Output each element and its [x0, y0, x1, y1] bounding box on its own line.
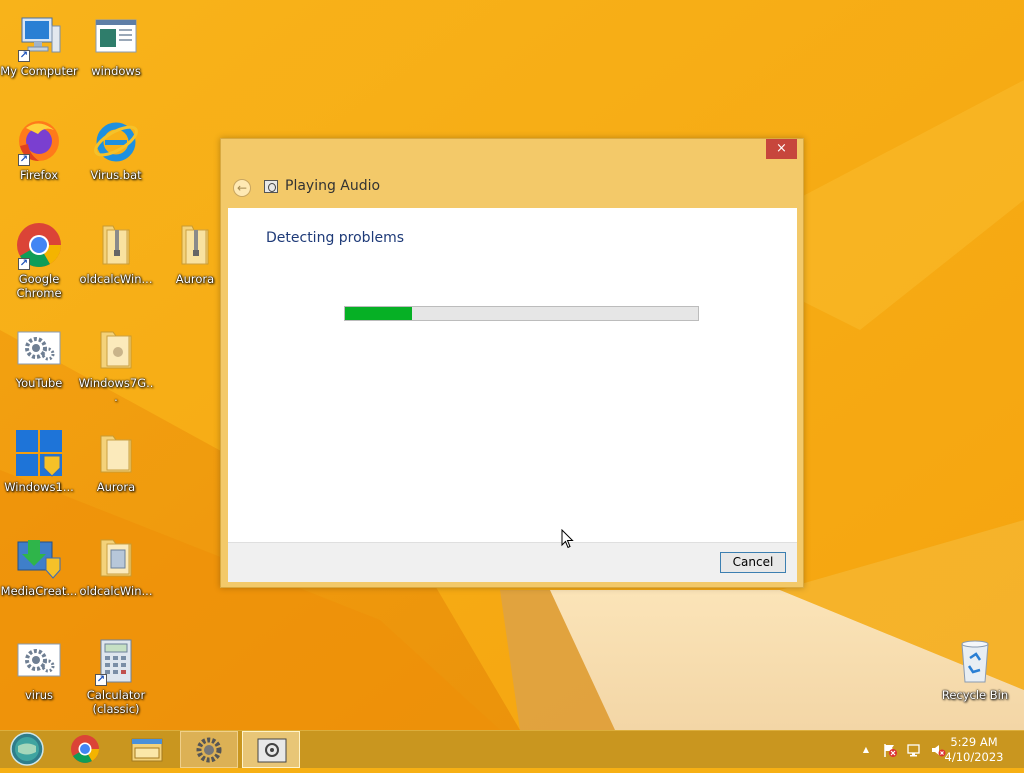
- start-orb-icon: [10, 732, 44, 766]
- system-tray: ▲ 5:29 AM 4/10/2023: [834, 731, 1024, 768]
- show-hidden-icons-button[interactable]: ▲: [858, 742, 874, 758]
- file-explorer-icon: [131, 738, 163, 762]
- desktop-icon-label: My Computer: [0, 64, 78, 78]
- desktop-icon-calculator[interactable]: ↗ Calculator (classic): [77, 628, 155, 724]
- back-button[interactable]: ←: [233, 179, 251, 197]
- internet-explorer-icon: [94, 122, 138, 162]
- desktop-icon-label: Windows7G...: [78, 376, 154, 404]
- desktop-icon-label: oldcalcWin...: [79, 584, 153, 598]
- audio-troubleshooter-icon: [257, 738, 287, 763]
- mouse-cursor-icon: [561, 529, 574, 549]
- desktop-icon-label: virus: [24, 688, 53, 702]
- media-creation-tool-icon: [17, 540, 61, 579]
- desktop-icon-mediacreat[interactable]: MediaCreat...: [0, 524, 78, 620]
- document-icon: [95, 19, 137, 53]
- zip-folder-icon: [102, 225, 130, 265]
- desktop-icon-google-chrome[interactable]: ↗ Google Chrome: [0, 212, 78, 308]
- status-heading: Detecting problems: [266, 230, 405, 246]
- clock-date: 4/10/2023: [944, 750, 1004, 764]
- folder-icon: [100, 539, 132, 577]
- desktop-icon-oldcalc-1[interactable]: oldcalcWin...: [77, 212, 155, 308]
- settings-gear-icon: [17, 331, 61, 365]
- taskbar-file-explorer[interactable]: [118, 731, 176, 768]
- desktop-icon-label: Windows1...: [4, 480, 74, 494]
- folder-icon: [100, 435, 132, 473]
- desktop-icon-youtube[interactable]: YouTube: [0, 316, 78, 412]
- desktop-icon-virus[interactable]: virus: [0, 628, 78, 724]
- shortcut-arrow-icon: ↗: [18, 50, 30, 62]
- desktop-icon-label: Calculator (classic): [86, 688, 146, 716]
- desktop-icon-label: oldcalcWin...: [79, 272, 153, 286]
- progress-bar: [344, 306, 699, 321]
- close-icon: ×: [776, 141, 787, 156]
- desktop-icon-label: Recycle Bin: [941, 688, 1009, 702]
- desktop-icon-windows[interactable]: windows: [77, 4, 155, 100]
- desktop-icon-label: Google Chrome: [16, 272, 62, 300]
- zip-folder-icon: [181, 225, 209, 265]
- desktop-icon-windows7g[interactable]: Windows7G...: [77, 316, 155, 412]
- dialog-footer: Cancel: [228, 542, 797, 582]
- folder-icon: [100, 331, 132, 369]
- desktop-icon-label: MediaCreat...: [0, 584, 78, 598]
- cancel-button[interactable]: Cancel: [720, 552, 786, 573]
- desktop-icon-recycle-bin[interactable]: Recycle Bin: [936, 628, 1014, 724]
- desktop-icon-label: Aurora: [96, 480, 136, 494]
- back-arrow-icon: ←: [236, 181, 248, 195]
- action-center-flag-icon[interactable]: [882, 742, 898, 758]
- chrome-icon: [71, 735, 99, 763]
- taskbar: ▲ 5:29 AM 4/10/2023: [0, 730, 1024, 768]
- shortcut-arrow-icon: ↗: [18, 258, 30, 270]
- desktop-icon-label: Virus.bat: [90, 168, 142, 182]
- taskbar-playing-audio[interactable]: [242, 731, 300, 768]
- chevron-up-icon: ▲: [862, 745, 870, 754]
- network-icon[interactable]: [906, 742, 922, 758]
- settings-gear-icon: [17, 643, 61, 677]
- shortcut-arrow-icon: ↗: [18, 154, 30, 166]
- dialog-content: Detecting problems: [228, 208, 797, 542]
- troubleshooter-dialog: × ← Playing Audio Detecting problems Can…: [220, 138, 804, 588]
- desktop-icon-label: windows: [91, 64, 141, 78]
- start-button[interactable]: [0, 731, 58, 768]
- close-button[interactable]: ×: [766, 139, 797, 159]
- desktop-icon-label: Firefox: [19, 168, 59, 182]
- taskbar-clock[interactable]: 5:29 AM 4/10/2023: [944, 735, 1004, 765]
- settings-gear-icon: [196, 737, 222, 763]
- taskbar-troubleshooter[interactable]: [180, 731, 238, 768]
- desktop-icon-label: YouTube: [15, 376, 63, 390]
- desktop-icon-aurora-2[interactable]: Aurora: [77, 420, 155, 516]
- recycle-bin-icon: [961, 640, 989, 683]
- desktop-icon-virus-bat[interactable]: Virus.bat: [77, 108, 155, 204]
- taskbar-chrome[interactable]: [56, 731, 114, 768]
- progress-bar-fill: [345, 307, 413, 320]
- desktop-icon-my-computer[interactable]: ↗ My Computer: [0, 4, 78, 100]
- desktop-icon-oldcalc-2[interactable]: oldcalcWin...: [77, 524, 155, 620]
- desktop-icon-firefox[interactable]: ↗ Firefox: [0, 108, 78, 204]
- windows-logo-icon: [16, 430, 62, 477]
- shortcut-arrow-icon: ↗: [95, 674, 107, 686]
- dialog-title: Playing Audio: [285, 178, 381, 194]
- desktop-icon-windows1[interactable]: Windows1...: [0, 420, 78, 516]
- clock-time: 5:29 AM: [950, 735, 998, 749]
- troubleshooter-app-icon: [264, 180, 278, 193]
